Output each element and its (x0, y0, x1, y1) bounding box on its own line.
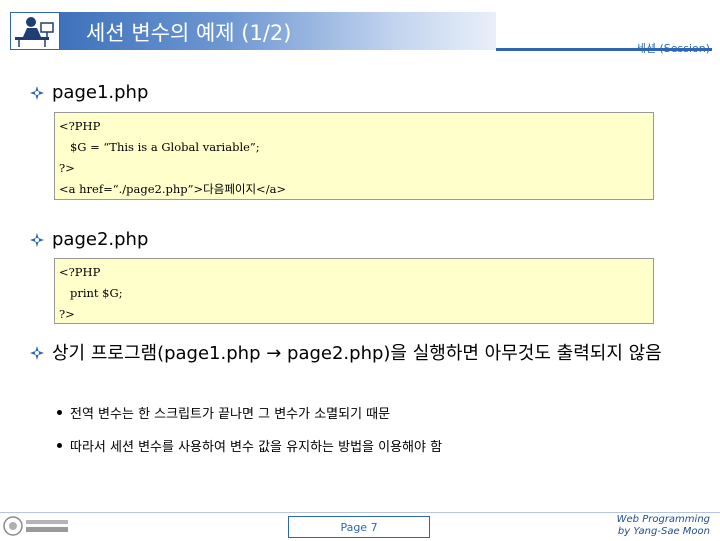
code-line: <?PHP (59, 265, 101, 279)
code-block-page1: <?PHP $G = “This is a Global variable”; … (54, 112, 654, 200)
explanation-text: 상기 프로그램(page1.php → page2.php)을 실행하면 아무것… (52, 343, 662, 364)
code-line: $G = “This is a Global variable”; (59, 140, 260, 154)
code-line: ?> (59, 307, 75, 321)
section-heading-page1: page1.php (52, 82, 149, 103)
credit-line: Web Programming (616, 514, 710, 525)
sub-bullet-dot (57, 410, 62, 415)
code-line: print $G; (59, 286, 123, 300)
bullet-icon (30, 233, 44, 247)
credit-line: by Yang-Sae Moon (617, 526, 710, 537)
college-logo-icon (3, 515, 71, 537)
sub-item: 전역 변수는 한 스크립트가 끝나면 그 변수가 소멸되기 때문 (70, 407, 391, 422)
footer-divider (0, 512, 720, 513)
code-line: ?> (59, 161, 75, 175)
code-block-page2: <?PHP print $G; ?> (54, 258, 654, 324)
section-label: 세션 (Session) (635, 42, 710, 55)
page-number: Page 7 (340, 521, 378, 534)
page-number-box: Page 7 (288, 516, 430, 538)
footer-credit: Web Programming by Yang-Sae Moon (617, 514, 710, 538)
title-bar: 세션 변수의 예제 (1/2) (10, 12, 496, 50)
sub-bullet-dot (57, 443, 62, 448)
person-at-desk-icon (10, 12, 60, 50)
sub-item: 따라서 세션 변수를 사용하여 변수 값을 유지하는 방법을 이용해야 함 (70, 440, 443, 455)
code-line: <a href=“./page2.php”>다음페이지</a> (59, 182, 287, 196)
code-line: <?PHP (59, 119, 101, 133)
page-title: 세션 변수의 예제 (1/2) (86, 21, 292, 45)
bullet-icon (30, 86, 44, 100)
bullet-icon (30, 346, 44, 360)
section-heading-page2: page2.php (52, 229, 149, 250)
